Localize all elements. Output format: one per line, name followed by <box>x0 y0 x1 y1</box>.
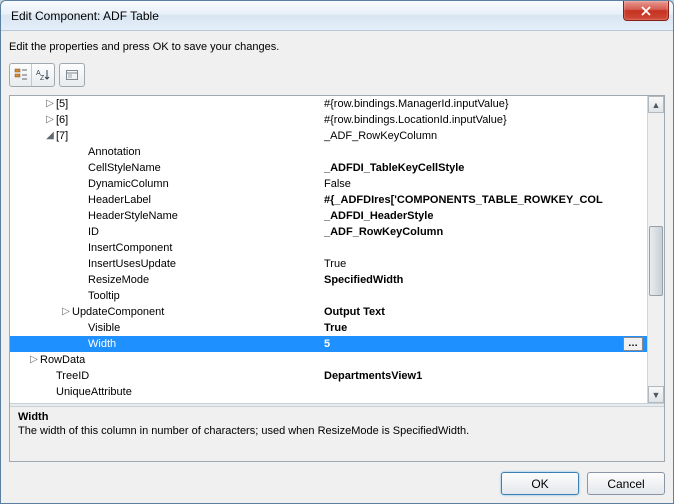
titlebar[interactable]: Edit Component: ADF Table <box>1 1 673 31</box>
ok-button[interactable]: OK <box>501 472 579 495</box>
window-title: Edit Component: ADF Table <box>11 9 159 23</box>
expand-icon[interactable]: ▷ <box>44 96 56 112</box>
scroll-up-button[interactable]: ▲ <box>648 96 664 113</box>
cancel-button[interactable]: Cancel <box>587 472 665 495</box>
property-value[interactable]: _ADF_RowKeyColumn <box>324 128 647 144</box>
scroll-thumb[interactable] <box>649 226 663 296</box>
property-row[interactable]: Visible True <box>10 320 647 336</box>
dialog-content: Edit the properties and press OK to save… <box>9 39 665 495</box>
property-row[interactable]: Annotation <box>10 144 647 160</box>
categorized-icon <box>14 68 28 82</box>
property-row[interactable]: ▷UpdateComponent Output Text <box>10 304 647 320</box>
property-value[interactable]: SpecifiedWidth <box>324 272 647 288</box>
property-pages-icon <box>65 68 79 82</box>
categorized-button[interactable] <box>10 64 32 86</box>
property-name: ID <box>88 224 99 240</box>
ellipsis-button[interactable]: … <box>623 337 643 351</box>
property-name: UpdateComponent <box>72 304 164 320</box>
property-name: Visible <box>88 320 120 336</box>
property-name: DynamicColumn <box>88 176 169 192</box>
property-row[interactable]: ▷RowData <box>10 352 647 368</box>
property-value[interactable]: #{_ADFDIres['COMPONENTS_TABLE_ROWKEY_COL <box>324 192 647 208</box>
vertical-scrollbar[interactable]: ▲ ▼ <box>647 96 664 403</box>
property-name: Annotation <box>88 144 141 160</box>
property-value[interactable]: _ADFDI_HeaderStyle <box>324 208 647 224</box>
property-row[interactable]: ▷[6] #{row.bindings.LocationId.inputValue… <box>10 112 647 128</box>
property-name: Tooltip <box>88 288 120 304</box>
property-value[interactable]: #{row.bindings.LocationId.inputValue} <box>324 112 647 128</box>
expand-icon[interactable]: ▷ <box>28 352 40 368</box>
property-value[interactable]: _ADFDI_TableKeyCellStyle <box>324 160 647 176</box>
property-row[interactable]: InsertUsesUpdate True <box>10 256 647 272</box>
property-name: TreeID <box>56 368 89 384</box>
property-row[interactable]: ▷[5] #{row.bindings.ManagerId.inputValue} <box>10 96 647 112</box>
property-row[interactable]: HeaderLabel #{_ADFDIres['COMPONENTS_TABLE… <box>10 192 647 208</box>
description-body: The width of this column in number of ch… <box>18 425 656 437</box>
property-name: HeaderStyleName <box>88 208 178 224</box>
property-value[interactable]: False <box>324 176 647 192</box>
property-value[interactable]: Output Text <box>324 304 647 320</box>
instruction-text: Edit the properties and press OK to save… <box>9 39 665 55</box>
property-name: ResizeMode <box>88 272 149 288</box>
property-name: RowData <box>40 352 85 368</box>
property-name: [6] <box>56 112 68 128</box>
property-value[interactable]: DepartmentsView1 <box>324 368 647 384</box>
close-icon <box>641 6 651 16</box>
description-pane: Width The width of this column in number… <box>10 407 664 461</box>
property-pages-button[interactable] <box>59 63 85 87</box>
alphabetical-button[interactable]: A Z <box>32 64 54 86</box>
property-row[interactable]: ◢[7] _ADF_RowKeyColumn <box>10 128 647 144</box>
description-title: Width <box>18 411 656 423</box>
property-name: [5] <box>56 96 68 112</box>
property-row[interactable]: InsertComponent <box>10 240 647 256</box>
property-row[interactable]: TreeID DepartmentsView1 <box>10 368 647 384</box>
property-value[interactable]: #{row.bindings.ManagerId.inputValue} <box>324 96 647 112</box>
property-value[interactable]: _ADF_RowKeyColumn <box>324 224 647 240</box>
svg-text:Z: Z <box>40 75 45 82</box>
property-name: [7] <box>56 128 68 144</box>
close-button[interactable] <box>623 1 669 21</box>
collapse-icon[interactable]: ◢ <box>44 128 56 144</box>
property-row[interactable]: DynamicColumn False <box>10 176 647 192</box>
property-value[interactable]: True <box>324 256 647 272</box>
property-value[interactable]: 5 <box>324 336 623 352</box>
property-row[interactable]: UniqueAttribute <box>10 384 647 400</box>
property-row[interactable]: HeaderStyleName _ADFDI_HeaderStyle <box>10 208 647 224</box>
expand-icon[interactable]: ▷ <box>60 304 72 320</box>
expand-icon[interactable]: ▷ <box>44 112 56 128</box>
dialog-window: Edit Component: ADF Table Edit the prope… <box>0 0 674 504</box>
property-row[interactable]: Tooltip <box>10 288 647 304</box>
property-row[interactable]: ResizeMode SpecifiedWidth <box>10 272 647 288</box>
property-name: UniqueAttribute <box>56 384 132 400</box>
property-name: InsertComponent <box>88 240 172 256</box>
button-row: OK Cancel <box>9 468 665 495</box>
alphabetical-icon: A Z <box>36 68 50 82</box>
property-row[interactable]: CellStyleName _ADFDI_TableKeyCellStyle <box>10 160 647 176</box>
scroll-down-button[interactable]: ▼ <box>648 386 664 403</box>
property-name: CellStyleName <box>88 160 161 176</box>
property-value[interactable]: True <box>324 320 647 336</box>
view-mode-toggle: A Z <box>9 63 55 87</box>
toolbar: A Z <box>9 61 665 89</box>
property-name: Width <box>88 336 116 352</box>
property-row[interactable]: Width 5… <box>10 336 647 352</box>
property-grid[interactable]: ▷[5]#{row.bindings.ManagerId.inputValue}… <box>10 96 664 403</box>
property-name: InsertUsesUpdate <box>88 256 176 272</box>
property-panel: ▷[5]#{row.bindings.ManagerId.inputValue}… <box>9 95 665 462</box>
property-name: HeaderLabel <box>88 192 151 208</box>
property-row[interactable]: ID _ADF_RowKeyColumn <box>10 224 647 240</box>
